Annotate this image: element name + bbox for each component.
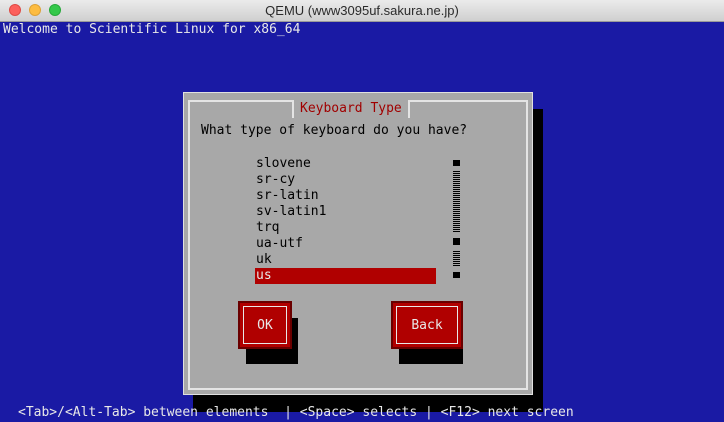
- scroll-track: [453, 170, 460, 232]
- window-titlebar: QEMU (www3095uf.sakura.ne.jp): [0, 0, 724, 22]
- dialog-title: Keyboard Type: [292, 100, 410, 118]
- keyboard-type-dialog: Keyboard Type What type of keyboard do y…: [183, 92, 533, 395]
- scroll-thumb[interactable]: [453, 238, 460, 245]
- scroll-down-marker: [453, 272, 460, 278]
- scroll-track-lower: [453, 250, 460, 266]
- list-item[interactable]: slovene: [255, 156, 436, 172]
- keyboard-listbox[interactable]: slovene sr-cy sr-latin sv-latin1 trq ua-…: [255, 156, 460, 284]
- dialog-question: What type of keyboard do you have?: [201, 123, 468, 138]
- ok-button-label: OK: [257, 317, 273, 333]
- keyboard-hint-bar: <Tab>/<Alt-Tab> between elements | <Spac…: [18, 405, 574, 420]
- ok-button[interactable]: OK: [238, 301, 292, 349]
- scroll-up-marker: [453, 160, 460, 166]
- list-item[interactable]: ua-utf: [255, 236, 436, 252]
- window-title: QEMU (www3095uf.sakura.ne.jp): [265, 3, 459, 18]
- list-scrollbar[interactable]: [453, 158, 460, 282]
- list-item[interactable]: sv-latin1: [255, 204, 436, 220]
- back-button[interactable]: Back: [391, 301, 463, 349]
- list-item[interactable]: trq: [255, 220, 436, 236]
- welcome-banner: Welcome to Scientific Linux for x86_64: [3, 22, 301, 37]
- qemu-screen: Welcome to Scientific Linux for x86_64 K…: [0, 22, 724, 422]
- list-item-selected[interactable]: us: [255, 268, 436, 284]
- list-item[interactable]: uk: [255, 252, 436, 268]
- back-button-label: Back: [411, 317, 443, 333]
- list-item[interactable]: sr-cy: [255, 172, 436, 188]
- list-item[interactable]: sr-latin: [255, 188, 436, 204]
